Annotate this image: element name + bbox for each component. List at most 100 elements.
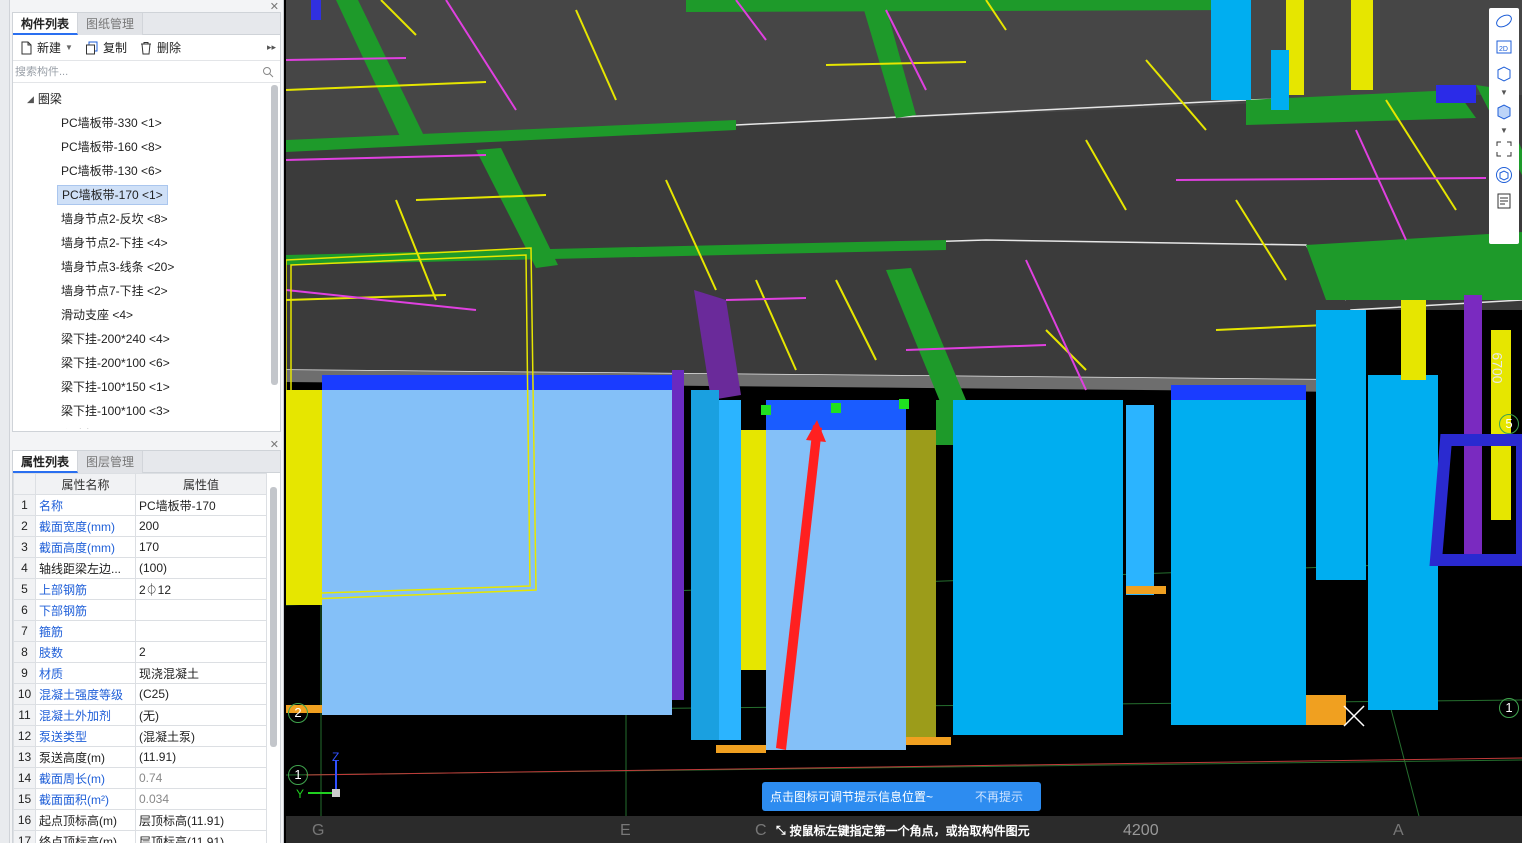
property-value[interactable]: 现浇混凝土 [135,662,267,684]
property-row-number: 11 [13,704,36,726]
search-input[interactable] [15,65,235,78]
copy-label: 复制 [102,41,127,55]
property-row[interactable]: 8 肢数 2 [13,641,267,663]
tree-root-ring-beam[interactable]: ◢ 圈梁 [13,87,280,111]
tree-item[interactable]: PC墙板带-130 <6> [13,159,280,183]
property-value[interactable]: 0.74 [135,767,267,789]
property-row[interactable]: 17 终点顶标高(m) 层顶标高(11.91) [13,830,267,843]
property-value[interactable]: PC墙板带-170 [135,494,267,516]
tree-item[interactable]: 梁下挂-200*100 <6> [13,351,280,375]
hint-text: 点击图标可调节提示信息位置~ [770,790,934,804]
property-row[interactable]: 5 上部钢筋 2⏀12 [13,578,267,600]
tab-component-list[interactable]: 构件列表 [13,13,79,35]
chevron-down-icon-2[interactable]: ▼ [1489,124,1519,136]
tree-scrollbar[interactable] [271,85,278,385]
property-value[interactable]: (100) [135,557,267,579]
tree-item[interactable]: 墙身节点7-下挂 <2> [13,279,280,303]
delete-button[interactable]: 删除 [139,39,181,56]
copy-button[interactable]: 复制 [85,39,127,56]
iso-view-icon[interactable] [1489,162,1519,188]
chevron-down-icon[interactable]: ▼ [1489,86,1519,98]
property-value[interactable]: 200 [135,515,267,537]
property-name: 截面周长(m) [35,767,136,789]
property-row[interactable]: 10 混凝土强度等级 (C25) [13,683,267,705]
property-row[interactable]: 11 混凝土外加剂 (无) [13,704,267,726]
property-row-number: 8 [13,641,36,663]
property-name: 肢数 [35,641,136,663]
property-name: 上部钢筋 [35,578,136,600]
property-row[interactable]: 16 起点顶标高(m) 层顶标高(11.91) [13,809,267,831]
property-name: 泵送高度(m) [35,746,136,768]
tree-item[interactable]: 梁下挂-100*100 <3> [13,399,280,423]
property-row[interactable]: 14 截面周长(m) 0.74 [13,767,267,789]
property-value[interactable]: 0.034 [135,788,267,810]
property-value[interactable]: 2⏀12 [135,578,267,600]
property-value[interactable] [135,620,267,642]
orbit-icon[interactable] [1489,8,1519,34]
tab-layer-management[interactable]: 图层管理 [78,451,144,473]
property-row[interactable]: 9 材质 现浇混凝土 [13,662,267,684]
2d-icon[interactable]: 2D [1489,34,1519,60]
tree-item[interactable]: PC墙板带-170 <1> [13,183,280,207]
tree-item[interactable]: 墙身节点2-反坎 <8> [13,207,280,231]
property-value[interactable] [135,599,267,621]
search-icon[interactable] [262,66,274,78]
hint-tooltip[interactable]: 点击图标可调节提示信息位置~ 不再提示 [762,782,1041,811]
property-value[interactable]: (无) [135,704,267,726]
property-row-number: 5 [13,578,36,600]
tree-item[interactable]: PC墙板带-160 <8> [13,135,280,159]
property-value[interactable]: (C25) [135,683,267,705]
tree-item-label: 升降板-100 <0> [57,426,149,429]
property-row[interactable]: 4 轴线距梁左边... (100) [13,557,267,579]
new-button[interactable]: 新建 ▼ [19,39,73,56]
property-value[interactable]: 170 [135,536,267,558]
property-value[interactable]: (11.91) [135,746,267,768]
property-row[interactable]: 7 箍筋 [13,620,267,642]
shrink-arrows-icon[interactable]: ⤡ [776,823,786,838]
box-view-icon[interactable] [1489,60,1519,86]
3d-model-scene[interactable] [286,0,1522,843]
tree-item[interactable]: 升降板-100 <0> [13,423,280,429]
collapse-caret-icon[interactable]: ◢ [27,87,34,111]
property-name: 泵送类型 [35,725,136,747]
property-value[interactable]: (混凝土泵) [135,725,267,747]
chevron-down-icon[interactable]: ▼ [65,43,73,52]
property-value[interactable]: 2 [135,641,267,663]
toolbar-overflow-icon[interactable]: ▸▸ [267,42,276,53]
property-name: 终点顶标高(m) [35,830,136,843]
axis-z-label: Z [332,750,340,764]
tab-drawing-management[interactable]: 图纸管理 [78,13,144,35]
tree-item[interactable]: 墙身节点3-线条 <20> [13,255,280,279]
close-component-panel-icon[interactable]: ✕ [270,2,279,13]
property-row[interactable]: 15 截面面积(m²) 0.034 [13,788,267,810]
property-row[interactable]: 2 截面宽度(mm) 200 [13,515,267,537]
axis-label-c: C [755,822,767,839]
property-row[interactable]: 12 泵送类型 (混凝土泵) [13,725,267,747]
tree-item[interactable]: 墙身节点2-下挂 <4> [13,231,280,255]
property-value[interactable]: 层顶标高(11.91) [135,809,267,831]
cursor-crosshair-icon [1343,705,1365,727]
property-name: 混凝土强度等级 [35,683,136,705]
trash-icon [140,41,151,54]
tree-item-label: 墙身节点2-下挂 <4> [61,236,168,250]
property-row-number: 2 [13,515,36,537]
coordinate-axes-icon [308,760,340,797]
hint-dismiss-link[interactable]: 不再提示 [975,788,1023,805]
property-row[interactable]: 1 名称 PC墙板带-170 [13,494,267,516]
tree-item[interactable]: 滑动支座 <4> [13,303,280,327]
tree-item[interactable]: 梁下挂-200*240 <4> [13,327,280,351]
close-property-panel-icon[interactable]: ✕ [270,440,279,451]
property-name: 截面高度(mm) [35,536,136,558]
fit-icon[interactable] [1489,136,1519,162]
property-value[interactable]: 层顶标高(11.91) [135,830,267,843]
property-row[interactable]: 6 下部钢筋 [13,599,267,621]
tree-item[interactable]: PC墙板带-330 <1> [13,111,280,135]
property-row[interactable]: 3 截面高度(mm) 170 [13,536,267,558]
property-scrollbar[interactable] [270,487,277,747]
notes-icon[interactable] [1489,188,1519,214]
tree-item[interactable]: 梁下挂-100*150 <1> [13,375,280,399]
tab-property-list[interactable]: 属性列表 [13,451,79,473]
cube-view-icon[interactable] [1489,98,1519,124]
3d-viewport[interactable]: Z Y 1 2 1 5 6700 [286,0,1522,843]
property-row[interactable]: 13 泵送高度(m) (11.91) [13,746,267,768]
